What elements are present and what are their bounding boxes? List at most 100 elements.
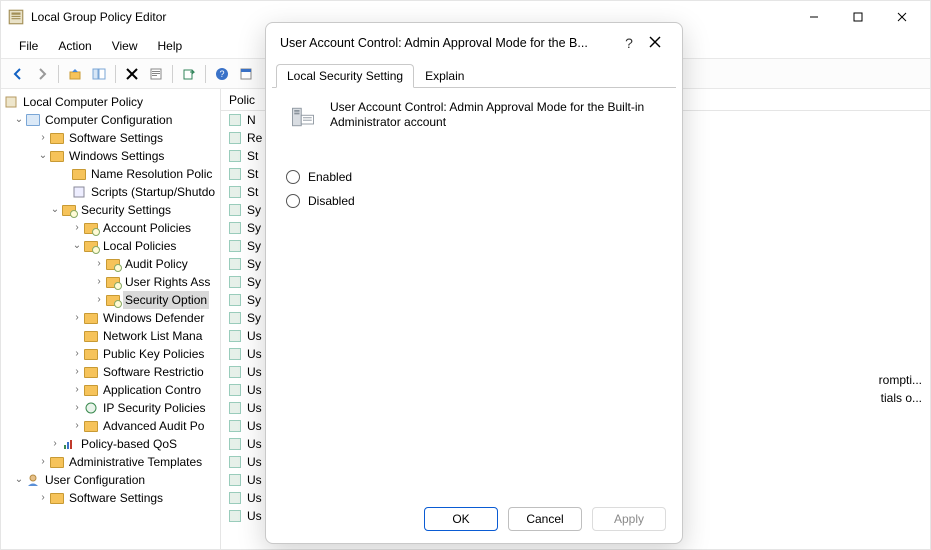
expand-icon[interactable]: ›	[37, 129, 49, 147]
policy-item-label: Sy	[247, 293, 261, 307]
tree-policy-qos[interactable]: › Policy-based QoS	[1, 435, 220, 453]
export-button[interactable]	[178, 63, 200, 85]
tree-audit-policy[interactable]: › Audit Policy	[1, 255, 220, 273]
policy-item-icon	[227, 437, 243, 451]
tree-local-policies[interactable]: ⌄ Local Policies	[1, 237, 220, 255]
policy-item-icon	[227, 473, 243, 487]
expand-icon[interactable]: ›	[71, 309, 83, 327]
expand-icon[interactable]: ›	[37, 489, 49, 507]
properties-button[interactable]	[145, 63, 167, 85]
dialog-close-button[interactable]	[642, 36, 668, 51]
tree-software-settings[interactable]: › Software Settings	[1, 129, 220, 147]
minimize-button[interactable]	[792, 3, 836, 31]
tree-pane[interactable]: Local Computer Policy ⌄ Computer Configu…	[1, 89, 221, 549]
tree-software-settings-2[interactable]: › Software Settings	[1, 489, 220, 507]
filter-button[interactable]	[235, 63, 257, 85]
policy-item-icon	[227, 491, 243, 505]
policy-item-icon	[227, 257, 243, 271]
tree-public-key[interactable]: › Public Key Policies	[1, 345, 220, 363]
tab-local-security-setting[interactable]: Local Security Setting	[276, 64, 414, 88]
expand-icon[interactable]: ›	[71, 417, 83, 435]
ip-security-icon	[83, 400, 99, 416]
policy-item-label: St	[247, 185, 258, 199]
folder-icon	[83, 346, 99, 362]
ok-button[interactable]: OK	[424, 507, 498, 531]
app-icon	[7, 8, 25, 26]
expand-icon[interactable]: ›	[93, 291, 105, 309]
expand-icon[interactable]: ›	[93, 273, 105, 291]
collapse-icon[interactable]: ⌄	[13, 111, 25, 129]
tree-name-resolution[interactable]: Name Resolution Polic	[1, 165, 220, 183]
dialog-help-button[interactable]: ?	[616, 35, 642, 51]
collapse-icon[interactable]: ⌄	[37, 147, 49, 165]
expand-icon[interactable]: ›	[71, 345, 83, 363]
forward-button[interactable]	[31, 63, 53, 85]
tree-computer-configuration[interactable]: ⌄ Computer Configuration	[1, 111, 220, 129]
folder-icon	[71, 166, 87, 182]
expand-icon[interactable]: ›	[49, 435, 61, 453]
radio-enabled[interactable]: Enabled	[286, 170, 662, 184]
tree-application-control[interactable]: › Application Contro	[1, 381, 220, 399]
expand-icon[interactable]: ›	[71, 381, 83, 399]
back-button[interactable]	[7, 63, 29, 85]
tab-explain[interactable]: Explain	[414, 64, 475, 87]
collapse-icon[interactable]: ⌄	[71, 237, 83, 255]
policy-item-icon	[227, 131, 243, 145]
policy-item-label: Us	[247, 383, 262, 397]
tree-advanced-audit[interactable]: › Advanced Audit Po	[1, 417, 220, 435]
expand-icon[interactable]: ›	[71, 219, 83, 237]
policy-item-icon	[227, 329, 243, 343]
tree-security-settings[interactable]: ⌄ Security Settings	[1, 201, 220, 219]
folder-icon	[49, 490, 65, 506]
tree-root[interactable]: Local Computer Policy	[1, 93, 220, 111]
policy-header: User Account Control: Admin Approval Mod…	[286, 100, 662, 134]
tree-user-configuration[interactable]: ⌄ User Configuration	[1, 471, 220, 489]
expand-icon[interactable]: ›	[37, 453, 49, 471]
folder-icon	[83, 310, 99, 326]
expand-icon[interactable]: ›	[93, 255, 105, 273]
policy-item-label: Us	[247, 509, 262, 523]
collapse-icon[interactable]: ⌄	[13, 471, 25, 489]
tree-ip-security[interactable]: › IP Security Policies	[1, 399, 220, 417]
value-fragment: rompti...	[879, 373, 922, 387]
radio-label: Disabled	[308, 194, 355, 208]
up-button[interactable]	[64, 63, 86, 85]
policy-item-label: Us	[247, 329, 262, 343]
tree-network-list[interactable]: Network List Mana	[1, 327, 220, 345]
radio-disabled[interactable]: Disabled	[286, 194, 662, 208]
expand-icon[interactable]: ›	[71, 399, 83, 417]
tree-windows-defender[interactable]: › Windows Defender	[1, 309, 220, 327]
cancel-button[interactable]: Cancel	[508, 507, 582, 531]
radio-icon	[286, 194, 300, 208]
policy-item-icon	[227, 203, 243, 217]
menu-action[interactable]: Action	[50, 37, 99, 55]
delete-button[interactable]	[121, 63, 143, 85]
tree-windows-settings[interactable]: ⌄ Windows Settings	[1, 147, 220, 165]
policy-item-label: Sy	[247, 275, 261, 289]
tree-label: Administrative Templates	[67, 453, 204, 471]
tree-user-rights[interactable]: › User Rights Ass	[1, 273, 220, 291]
expand-icon[interactable]: ›	[71, 363, 83, 381]
show-hide-tree-button[interactable]	[88, 63, 110, 85]
close-button[interactable]	[880, 3, 924, 31]
apply-button[interactable]: Apply	[592, 507, 666, 531]
policy-item-icon	[227, 419, 243, 433]
policy-item-icon	[227, 239, 243, 253]
tree-account-policies[interactable]: › Account Policies	[1, 219, 220, 237]
tree-software-restriction[interactable]: › Software Restrictio	[1, 363, 220, 381]
menu-view[interactable]: View	[104, 37, 146, 55]
help-button[interactable]: ?	[211, 63, 233, 85]
maximize-button[interactable]	[836, 3, 880, 31]
tree-scripts[interactable]: Scripts (Startup/Shutdo	[1, 183, 220, 201]
tree-label: Software Settings	[67, 489, 165, 507]
menu-file[interactable]: File	[11, 37, 46, 55]
policy-item-label: Re	[247, 131, 262, 145]
menu-help[interactable]: Help	[150, 37, 191, 55]
tree-label: Windows Defender	[101, 309, 206, 327]
collapse-icon[interactable]: ⌄	[49, 201, 61, 219]
tree-security-options[interactable]: › Security Option	[1, 291, 220, 309]
tree-admin-templates[interactable]: › Administrative Templates	[1, 453, 220, 471]
tree-label: User Configuration	[43, 471, 147, 489]
policy-item-icon	[227, 311, 243, 325]
policy-item-icon	[227, 149, 243, 163]
